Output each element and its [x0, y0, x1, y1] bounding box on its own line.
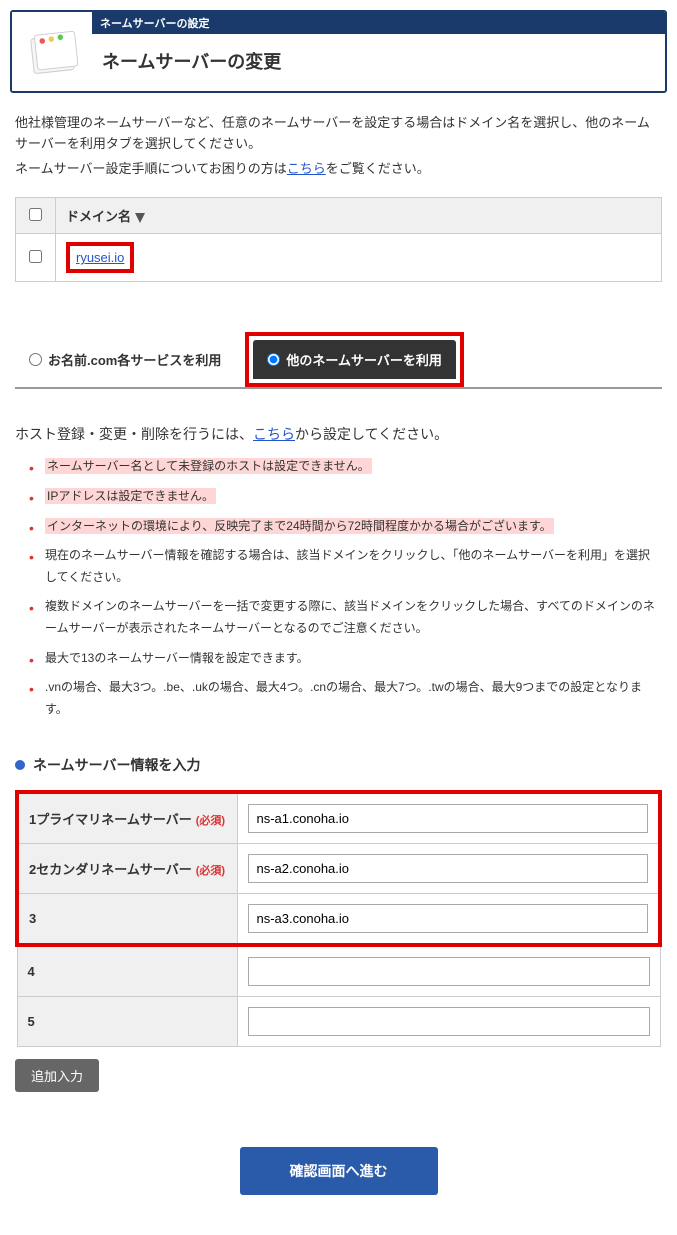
- domain-table: ドメイン名 ryusei.io: [15, 197, 662, 282]
- tab-other-nameserver[interactable]: 他のネームサーバーを利用: [253, 340, 455, 379]
- tab-onamae-services[interactable]: お名前.com各サービスを利用: [15, 340, 235, 379]
- sort-icon: [135, 213, 145, 223]
- nameserver-input-5[interactable]: [248, 1007, 650, 1036]
- required-badge: (必須): [196, 815, 225, 827]
- nameserver-row: 2セカンダリネームサーバー(必須): [17, 844, 660, 894]
- page-header: ネームサーバーの設定 ネームサーバーの変更: [10, 10, 667, 93]
- highlight-box: ryusei.io: [66, 242, 134, 273]
- nameserver-input-1[interactable]: [248, 804, 649, 833]
- warning-item: ネームサーバー名として未登録のホストは設定できません。: [35, 456, 662, 478]
- nameserver-input-3[interactable]: [248, 904, 649, 933]
- host-register-text: ホスト登録・変更・削除を行うには、こちらから設定してください。: [15, 424, 662, 444]
- select-all-checkbox[interactable]: [29, 208, 42, 221]
- add-row-button[interactable]: 追加入力: [15, 1059, 99, 1092]
- tab-onamae-radio[interactable]: [29, 353, 42, 366]
- warning-item: .vnの場合、最大3つ。.be、.ukの場合、最大4つ。.cnの場合、最大7つ。…: [35, 677, 662, 720]
- warning-item: インターネットの環境により、反映完了まで24時間から72時間程度かかる場合がござ…: [35, 516, 662, 538]
- required-badge: (必須): [196, 865, 225, 877]
- nameserver-label: 4: [17, 945, 237, 997]
- nameserver-table: 1プライマリネームサーバー(必須)2セカンダリネームサーバー(必須)345: [15, 790, 662, 1047]
- host-register-link[interactable]: こちら: [253, 426, 295, 442]
- domain-name-header[interactable]: ドメイン名: [56, 198, 662, 234]
- ns-section-heading: ネームサーバー情報を入力: [15, 755, 662, 775]
- page-title: ネームサーバーの変更: [92, 34, 665, 88]
- nameserver-label: 3: [17, 894, 237, 946]
- help-link[interactable]: こちら: [287, 161, 326, 176]
- warning-item: IPアドレスは設定できません。: [35, 486, 662, 508]
- nameserver-row: 5: [17, 997, 660, 1047]
- warning-item: 最大で13のネームサーバー情報を設定できます。: [35, 648, 662, 670]
- nameserver-label: 1プライマリネームサーバー(必須): [17, 792, 237, 844]
- intro-line-2: ネームサーバー設定手順についてお困りの方はこちらをご覧ください。: [15, 159, 662, 180]
- nameserver-row: 3: [17, 894, 660, 946]
- highlight-box: 他のネームサーバーを利用: [245, 332, 463, 387]
- domain-link[interactable]: ryusei.io: [76, 250, 124, 265]
- tabs-row: お名前.com各サービスを利用 他のネームサーバーを利用: [15, 332, 662, 389]
- warning-list: ネームサーバー名として未登録のホストは設定できません。 IPアドレスは設定できませ…: [15, 456, 662, 720]
- intro-line-1: 他社様管理のネームサーバーなど、任意のネームサーバーを設定する場合はドメイン名を…: [15, 113, 662, 155]
- settings-page-icon: [25, 24, 80, 79]
- table-row: ryusei.io: [16, 234, 662, 282]
- nameserver-input-4[interactable]: [248, 957, 650, 986]
- header-icon-area: [12, 12, 92, 91]
- tab-other-radio[interactable]: [267, 353, 280, 366]
- warning-item: 現在のネームサーバー情報を確認する場合は、該当ドメインをクリックし、「他のネーム…: [35, 545, 662, 588]
- nameserver-row: 4: [17, 945, 660, 997]
- breadcrumb: ネームサーバーの設定: [92, 12, 665, 34]
- nameserver-label: 2セカンダリネームサーバー(必須): [17, 844, 237, 894]
- warning-item: 複数ドメインのネームサーバーを一括で変更する際に、該当ドメインをクリックした場合…: [35, 596, 662, 639]
- domain-checkbox[interactable]: [29, 250, 42, 263]
- header-text-area: ネームサーバーの設定 ネームサーバーの変更: [92, 12, 665, 91]
- nameserver-row: 1プライマリネームサーバー(必須): [17, 792, 660, 844]
- nameserver-input-2[interactable]: [248, 854, 649, 883]
- nameserver-label: 5: [17, 997, 237, 1047]
- confirm-button[interactable]: 確認画面へ進む: [240, 1147, 438, 1195]
